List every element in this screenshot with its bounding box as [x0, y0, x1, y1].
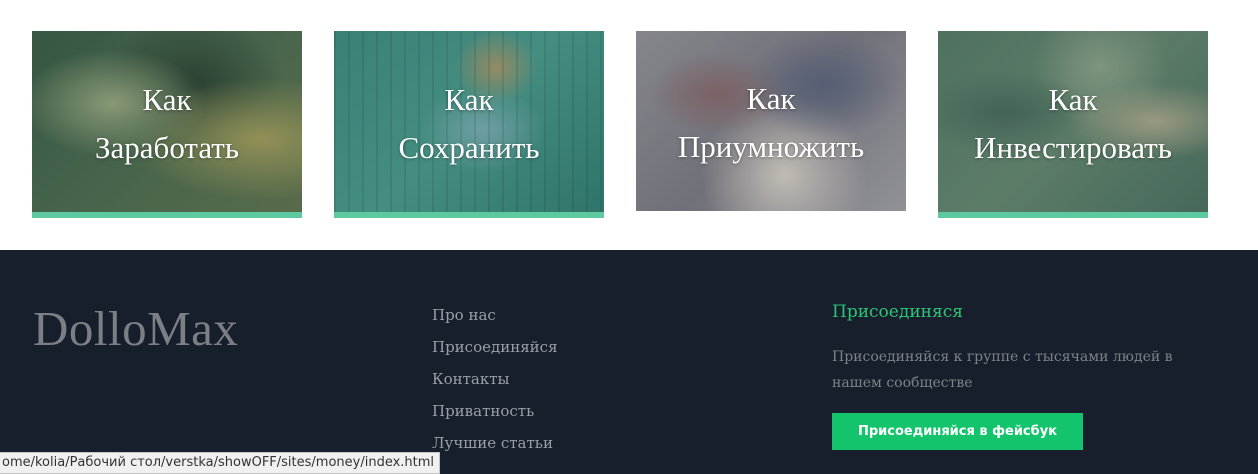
card-earn[interactable]: Как Заработать [32, 31, 302, 218]
card-label-line2: Приумножить [677, 129, 865, 164]
footer-link-item: Присоединяйся [432, 337, 558, 369]
footer-logo[interactable]: DolloMax [33, 300, 238, 357]
topic-cards-section: Как Заработать Как Сохранить Как Приумно… [0, 0, 1258, 250]
card-label: Как Инвестировать [966, 76, 1180, 172]
footer-links: Про нас Присоединяйся Контакты Приватнос… [432, 305, 558, 465]
card-multiply[interactable]: Как Приумножить [636, 31, 906, 211]
card-label-line1: Как [746, 81, 796, 116]
card-label-line2: Инвестировать [974, 129, 1172, 165]
join-facebook-button[interactable]: Присоединяйся в фейсбук [832, 413, 1083, 450]
card-label-line1: Как [1048, 81, 1098, 117]
footer-link-item: Про нас [432, 305, 558, 337]
site-footer: DolloMax Про нас Присоединяйся Контакты … [0, 250, 1258, 474]
join-title: Присоединяся [832, 302, 963, 322]
card-label-line1: Как [444, 81, 494, 117]
join-description: Присоединяйся к группе с тысячами людей … [832, 349, 1173, 391]
card-label-line1: Как [142, 81, 192, 117]
browser-status-bar: ome/kolia/Рабочий стол/verstka/showOFF/s… [0, 452, 441, 474]
card-label: Как Заработать [87, 76, 247, 172]
card-label-line2: Сохранить [398, 129, 540, 165]
card-invest[interactable]: Как Инвестировать [938, 31, 1208, 218]
card-label: Как Сохранить [390, 76, 547, 172]
footer-link-about[interactable]: Про нас [432, 306, 496, 324]
footer-link-item: Приватность [432, 401, 558, 433]
join-section: Присоединяся Присоединяйся к группе с ты… [832, 302, 1212, 450]
footer-link-item: Лучшие статьи [432, 433, 558, 465]
footer-link-privacy[interactable]: Приватность [432, 402, 534, 420]
card-save[interactable]: Как Сохранить [334, 31, 604, 218]
footer-link-best-articles[interactable]: Лучшие статьи [432, 434, 553, 452]
footer-link-contacts[interactable]: Контакты [432, 370, 510, 388]
card-label-line2: Заработать [95, 129, 239, 165]
card-label: Как Приумножить [670, 75, 872, 171]
footer-link-join[interactable]: Присоединяйся [432, 338, 558, 356]
footer-link-item: Контакты [432, 369, 558, 401]
